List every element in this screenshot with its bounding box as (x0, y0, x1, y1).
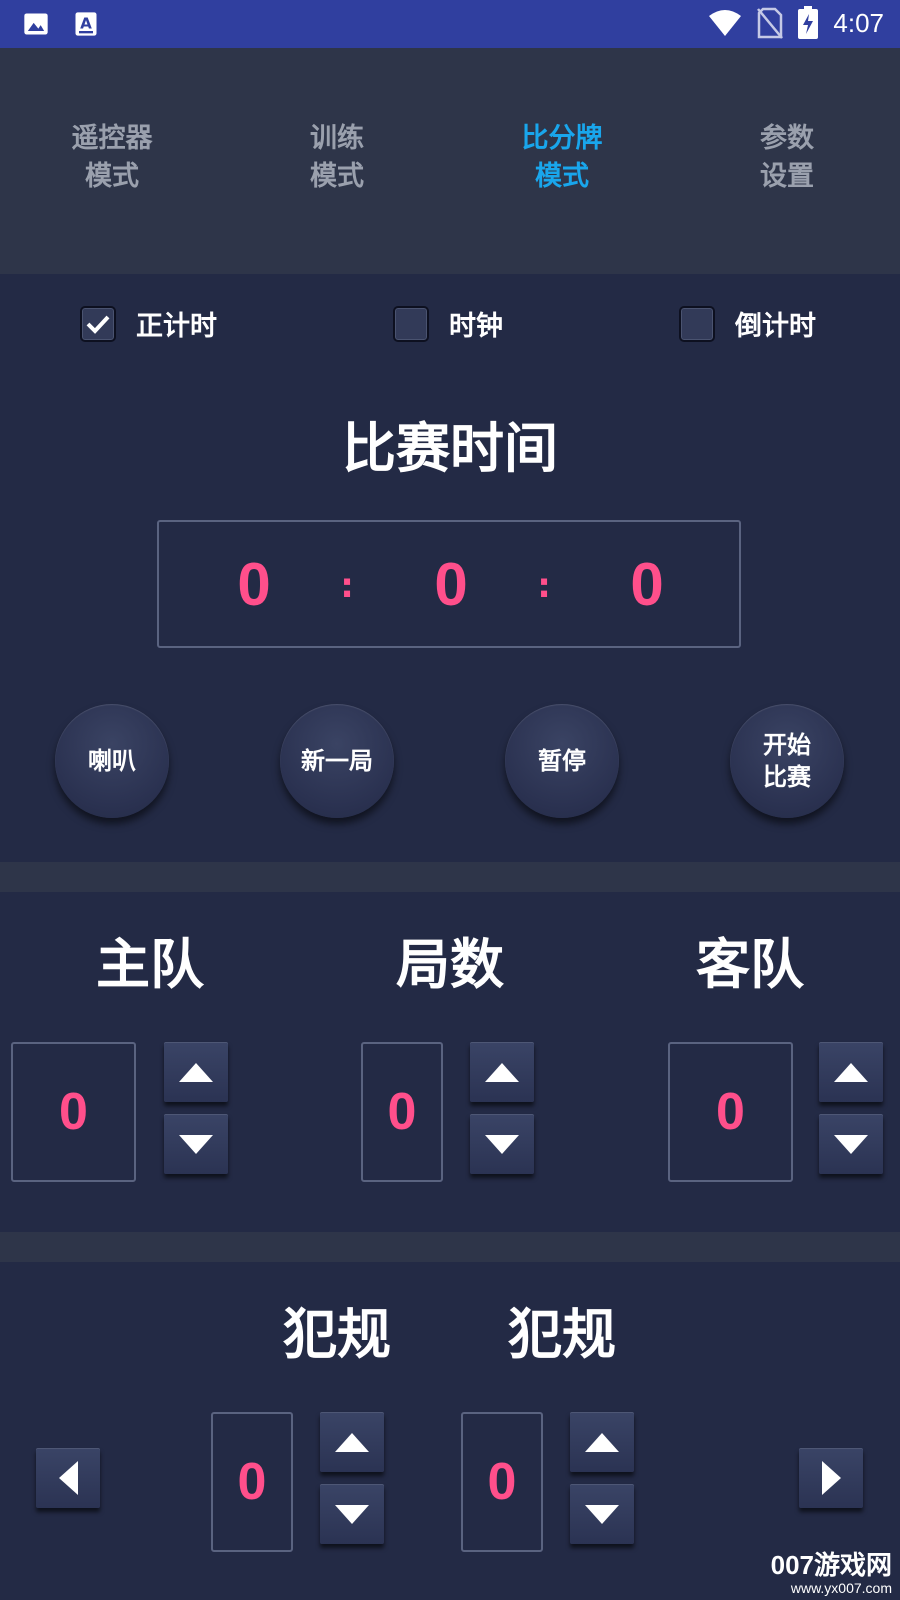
tab-label-line1: 比分牌 (521, 123, 603, 154)
home-score-down-button[interactable] (164, 1114, 228, 1174)
away-score-up-button[interactable] (819, 1042, 883, 1102)
home-team-label: 主队 (96, 933, 204, 996)
away-score-display: 0 (668, 1042, 793, 1182)
new-round-button[interactable]: 新一局 (280, 704, 394, 818)
arrow-left-icon (58, 1461, 78, 1495)
tab-label-line1: 训练 (310, 123, 364, 154)
timer-separator: : (537, 566, 551, 606)
tab-label-line2: 模式 (310, 161, 364, 192)
tab-scoreboard-mode[interactable]: 比分牌 模式 (472, 120, 652, 196)
timer-section: 正计时 时钟 倒计时 比赛时间 0 : 0 : 0 喇叭 新一局 暂停 开始 比… (0, 274, 900, 862)
tab-label-line1: 参数 (760, 123, 814, 154)
away-score-down-button[interactable] (819, 1114, 883, 1174)
arrow-right-icon (821, 1461, 841, 1495)
home-foul-up-button[interactable] (320, 1412, 384, 1472)
away-foul-label: 犯规 (508, 1303, 616, 1366)
clock-time: 4:07 (833, 7, 884, 38)
away-team-label: 客队 (696, 933, 804, 996)
mode-tab-bar: 遥控器 模式 训练 模式 比分牌 模式 参数 设置 (0, 48, 900, 274)
clock-checkbox[interactable]: 时钟 (393, 304, 503, 343)
watermark-brand: 007游戏网 (770, 1550, 892, 1580)
home-foul-down-button[interactable] (320, 1484, 384, 1544)
foul-section: 犯规 犯规 0 0 (0, 1262, 900, 1600)
tab-label-line2: 设置 (760, 161, 814, 192)
start-label-line1: 开始 (763, 731, 811, 759)
tab-label-line1: 遥控器 (71, 123, 153, 154)
home-foul-display: 0 (211, 1412, 293, 1552)
status-bar: A 4:07 (0, 0, 900, 48)
checkbox-box[interactable] (80, 305, 116, 342)
away-foul-display: 0 (461, 1412, 543, 1552)
arrow-down-icon (585, 1504, 619, 1524)
home-score-display: 0 (11, 1042, 136, 1182)
rounds-display: 0 (361, 1042, 443, 1182)
timer-minutes: 0 (434, 551, 468, 618)
checkbox-box[interactable] (393, 305, 429, 342)
next-button[interactable] (799, 1448, 863, 1508)
home-score-up-button[interactable] (164, 1042, 228, 1102)
arrow-down-icon (179, 1134, 213, 1154)
timer-separator: : (340, 566, 354, 606)
start-game-button[interactable]: 开始 比赛 (730, 704, 844, 818)
font-a-icon: A (75, 12, 97, 36)
checkbox-box[interactable] (679, 305, 715, 342)
wifi-icon (709, 10, 742, 36)
score-section: 主队 局数 客队 0 0 0 (0, 892, 900, 1232)
countdown-label: 倒计时 (735, 311, 816, 342)
arrow-down-icon (485, 1134, 519, 1154)
rounds-down-button[interactable] (470, 1114, 534, 1174)
away-foul-up-button[interactable] (570, 1412, 634, 1472)
tab-label-line2: 模式 (535, 161, 589, 192)
count-up-checkbox[interactable]: 正计时 (80, 304, 217, 343)
no-sim-icon (757, 7, 784, 39)
image-icon (24, 13, 48, 35)
start-label-line2: 比赛 (763, 763, 811, 791)
away-foul-down-button[interactable] (570, 1484, 634, 1544)
horn-button[interactable]: 喇叭 (55, 704, 169, 818)
timer-hours: 0 (237, 551, 271, 618)
section-divider (0, 1232, 900, 1262)
check-icon (86, 315, 110, 334)
horn-button-label: 喇叭 (88, 747, 136, 775)
arrow-up-icon (485, 1062, 519, 1082)
start-game-button-label: 开始 比赛 (763, 729, 811, 793)
count-up-label: 正计时 (136, 311, 217, 342)
arrow-down-icon (834, 1134, 868, 1154)
countdown-checkbox[interactable]: 倒计时 (679, 304, 816, 343)
tab-training-mode[interactable]: 训练 模式 (247, 120, 427, 196)
arrow-up-icon (834, 1062, 868, 1082)
tab-remote-mode[interactable]: 遥控器 模式 (22, 120, 202, 196)
section-divider (0, 862, 900, 892)
watermark-url: www.yx007.com (790, 1580, 892, 1596)
watermark: 007游戏网 www.yx007.com (771, 1550, 892, 1596)
svg-text:A: A (80, 15, 92, 33)
arrow-down-icon (335, 1504, 369, 1524)
timer-seconds: 0 (630, 551, 664, 618)
arrow-up-icon (585, 1432, 619, 1452)
arrow-up-icon (335, 1432, 369, 1452)
rounds-up-button[interactable] (470, 1042, 534, 1102)
tab-settings[interactable]: 参数 设置 (697, 120, 877, 196)
timer-title: 比赛时间 (342, 417, 558, 480)
previous-button[interactable] (36, 1448, 100, 1508)
timer-display: 0 : 0 : 0 (157, 520, 741, 648)
pause-button-label: 暂停 (538, 747, 586, 775)
home-foul-label: 犯规 (283, 1303, 391, 1366)
battery-charging-icon (798, 6, 819, 39)
new-round-button-label: 新一局 (301, 747, 373, 775)
clock-label: 时钟 (449, 311, 503, 342)
arrow-up-icon (179, 1062, 213, 1082)
rounds-label: 局数 (396, 933, 504, 996)
pause-button[interactable]: 暂停 (505, 704, 619, 818)
tab-label-line2: 模式 (85, 161, 139, 192)
